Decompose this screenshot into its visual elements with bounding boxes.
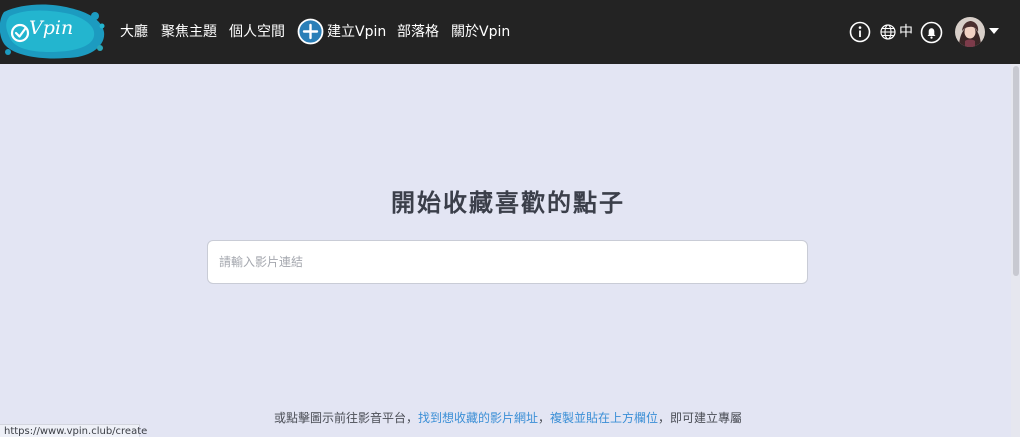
video-url-input[interactable] — [207, 240, 808, 284]
nav-item-personal-space[interactable]: 個人空間 — [229, 22, 285, 42]
globe-icon[interactable] — [880, 24, 896, 40]
top-navbar: Vpin 大廳 聚焦主題 個人空間 建立Vpin 部落格 關於Vpin 中 — [0, 0, 1020, 64]
nav-item-lobby[interactable]: 大廳 — [120, 22, 148, 42]
find-video-link[interactable]: 找到想收藏的影片網址 — [418, 411, 538, 425]
logo-text[interactable]: Vpin — [29, 17, 73, 39]
hint-prefix: 或點擊圖示前往影音平台， — [273, 411, 418, 425]
nav-item-create-vpin[interactable]: 建立Vpin — [327, 22, 386, 42]
plus-circle-icon[interactable] — [297, 18, 324, 45]
nav-item-blog[interactable]: 部落格 — [397, 22, 439, 42]
status-bar-url: https://www.vpin.club/create — [0, 424, 147, 437]
hint-suffix: ，即可建立專屬 — [658, 411, 743, 425]
hint-separator: ， — [537, 411, 550, 425]
language-selector[interactable]: 中 — [899, 22, 913, 42]
scrollbar-thumb[interactable] — [1013, 66, 1019, 276]
copy-paste-link[interactable]: 複製並貼在上方欄位 — [550, 411, 658, 425]
chevron-down-icon[interactable] — [989, 28, 999, 34]
nav-item-about-vpin[interactable]: 關於Vpin — [451, 22, 510, 42]
nav-item-featured-topics[interactable]: 聚焦主題 — [161, 22, 217, 42]
info-icon[interactable] — [849, 21, 871, 43]
avatar[interactable] — [955, 17, 985, 47]
page-title: 開始收藏喜歡的點子 — [391, 189, 625, 217]
bell-icon[interactable] — [920, 21, 943, 44]
instruction-text: 或點擊圖示前往影音平台，找到想收藏的影片網址，複製並貼在上方欄位，即可建立專屬 — [0, 409, 1016, 426]
